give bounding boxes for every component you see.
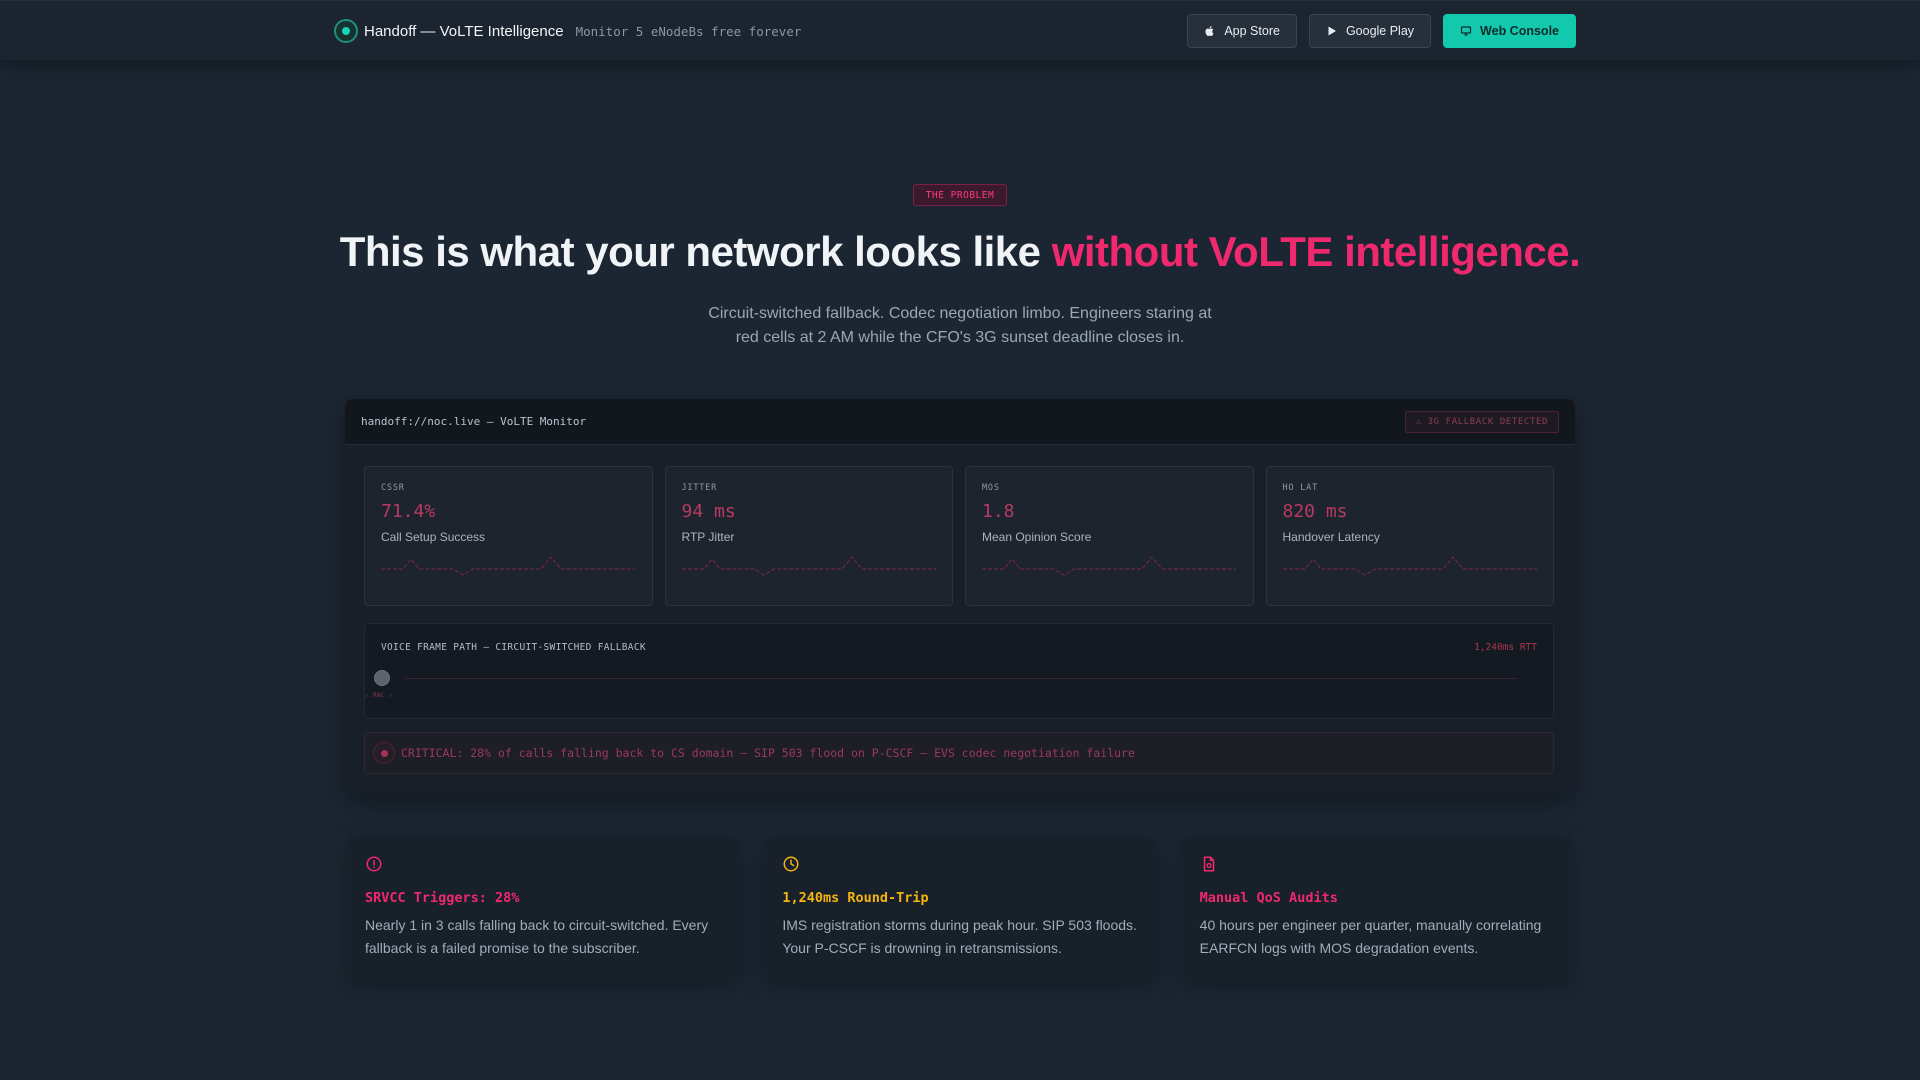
critical-alert-text: CRITICAL: 28% of calls falling back to C… — [401, 746, 1135, 760]
card-srvcc: SRVCC Triggers: 28% Nearly 1 in 3 calls … — [345, 837, 741, 981]
document-icon — [1203, 856, 1214, 872]
clock-icon — [783, 856, 799, 872]
card-body: IMS registration storms during peak hour… — [782, 917, 1137, 956]
app-store-label: App Store — [1224, 24, 1280, 38]
card-qos-audits: Manual QoS Audits 40 hours per engineer … — [1179, 837, 1575, 981]
monitor-title-bar: handoff://noc.live — VoLTE Monitor ⚠ 3G … — [345, 399, 1575, 445]
sparkline-icon — [381, 556, 635, 576]
play-icon — [1328, 26, 1336, 36]
voice-path-line — [405, 678, 1517, 679]
app-store-button[interactable]: App Store — [1187, 14, 1297, 48]
brand-tagline: Monitor 5 eNodeBs free forever — [575, 23, 802, 39]
metric-value: 94 ms — [681, 501, 736, 522]
critical-alert: CRITICAL: 28% of calls falling back to C… — [364, 732, 1554, 774]
metric-card-jitter: JITTER 94 ms RTP Jitter — [664, 466, 953, 606]
web-console-label: Web Console — [1480, 24, 1559, 38]
problem-badge: THE PROBLEM — [913, 184, 1007, 206]
card-title: SRVCC Triggers: 28% — [365, 890, 520, 906]
sparkline-icon — [982, 556, 1236, 576]
top-nav: Handoff — VoLTE Intelligence Monitor 5 e… — [0, 0, 1920, 60]
nav-actions: App Store Google Play Web Console — [1187, 14, 1576, 48]
metric-card-ho-lat: HO LAT 820 ms Handover Latency — [1265, 466, 1554, 606]
google-play-button[interactable]: Google Play — [1308, 14, 1432, 48]
rnc-node — [374, 670, 390, 686]
voice-path-title: VOICE FRAME PATH — CIRCUIT-SWITCHED FALL… — [381, 642, 646, 653]
headline-accent: without VoLTE intelligence. — [1051, 228, 1581, 275]
brand-name[interactable]: Handoff — VoLTE Intelligence — [364, 23, 564, 40]
sparkline-icon — [1282, 556, 1537, 576]
monitor-title: handoff://noc.live — VoLTE Monitor — [361, 415, 587, 428]
google-play-label: Google Play — [1345, 24, 1415, 38]
metric-value: 820 ms — [1282, 501, 1348, 522]
metric-label: MOS — [982, 483, 1000, 493]
nav-inner: Handoff — VoLTE Intelligence Monitor 5 e… — [334, 1, 1576, 61]
voice-frame-path: VOICE FRAME PATH — CIRCUIT-SWITCHED FALL… — [364, 623, 1554, 719]
metric-label: HO LAT — [1282, 483, 1319, 493]
card-round-trip: 1,240ms Round-Trip IMS registration stor… — [762, 837, 1158, 981]
metric-value: 1.8 — [982, 501, 1015, 522]
card-body: 40 hours per engineer per quarter, manua… — [1199, 917, 1542, 956]
metric-cards: CSSR 71.4% Call Setup Success JITTER 94 … — [364, 466, 1554, 606]
card-title: Manual QoS Audits — [1199, 890, 1338, 906]
metric-description: RTP Jitter — [681, 530, 735, 544]
headline-main: This is what your network looks like — [339, 228, 1052, 275]
metric-card-mos: MOS 1.8 Mean Opinion Score — [965, 466, 1254, 606]
card-title: 1,240ms Round-Trip — [782, 890, 929, 906]
card-body: Nearly 1 in 3 calls falling back to circ… — [365, 917, 709, 956]
problem-cards: SRVCC Triggers: 28% Nearly 1 in 3 calls … — [345, 837, 1575, 981]
fallback-status-tag: ⚠ 3G FALLBACK DETECTED — [1404, 410, 1559, 433]
metric-description: Handover Latency — [1282, 530, 1380, 544]
metric-label: JITTER — [681, 483, 718, 493]
voice-path-rtt: 1,240ms RTT — [1474, 642, 1537, 653]
metric-label: CSSR — [381, 483, 405, 493]
brand-logo-icon — [334, 19, 358, 43]
alert-circle-icon — [366, 856, 382, 872]
volte-monitor-panel: handoff://noc.live — VoLTE Monitor ⚠ 3G … — [345, 399, 1575, 793]
monitor-icon — [1460, 26, 1472, 36]
alert-dot-icon — [373, 742, 395, 764]
metric-description: Call Setup Success — [381, 530, 486, 544]
page-headline: This is what your network looks like wit… — [0, 228, 1920, 276]
hero-subtitle: Circuit-switched fallback. Codec negotia… — [708, 305, 1212, 346]
sparkline-icon — [681, 556, 936, 576]
metric-value: 71.4% — [381, 501, 436, 522]
web-console-button[interactable]: Web Console — [1443, 14, 1576, 48]
rnc-node-label: ⚠ RNC ⚠ — [365, 692, 394, 699]
metric-card-cssr: CSSR 71.4% Call Setup Success — [364, 466, 653, 606]
apple-icon — [1205, 26, 1214, 37]
metric-description: Mean Opinion Score — [982, 530, 1092, 544]
